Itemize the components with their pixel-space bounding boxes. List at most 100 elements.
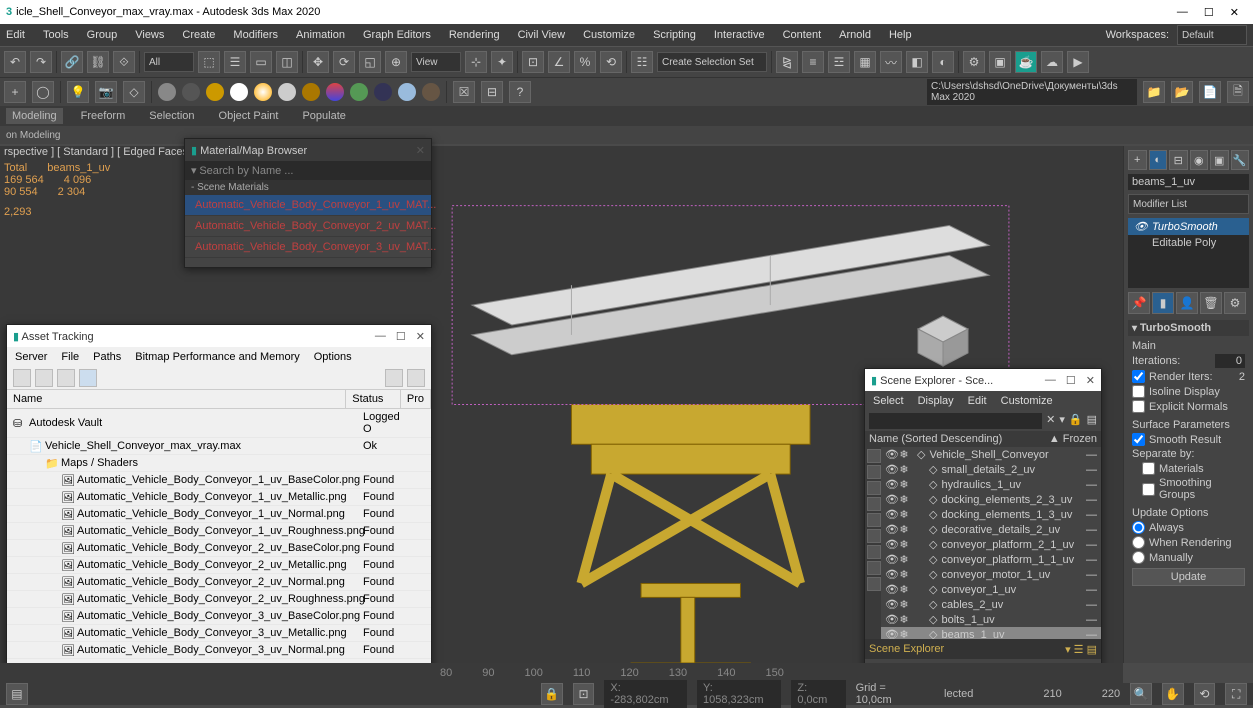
scene-side-9-icon[interactable]: [867, 577, 881, 591]
table-row[interactable]: 🖼Automatic_Vehicle_Body_Conveyor_1_uv_Ro…: [7, 523, 431, 540]
select-name-icon[interactable]: ☰: [224, 51, 246, 73]
freeze-col-icon[interactable]: —: [1086, 569, 1097, 581]
material-item-1[interactable]: Automatic_Vehicle_Body_Conveyor_1_uv_MAT…: [185, 195, 431, 216]
visibility-icon[interactable]: 👁: [885, 598, 895, 611]
explicit-normals-check[interactable]: Explicit Normals: [1132, 400, 1245, 413]
scene-side-5-icon[interactable]: [867, 513, 881, 527]
table-row[interactable]: 🖼Automatic_Vehicle_Body_Conveyor_3_uv_Me…: [7, 625, 431, 642]
material-item-3[interactable]: Automatic_Vehicle_Body_Conveyor_3_uv_MAT…: [185, 237, 431, 258]
matball-2-icon[interactable]: [182, 83, 200, 101]
cmd-modify-icon[interactable]: ◐: [1149, 150, 1168, 170]
scene-filter-icon[interactable]: ▾: [1059, 413, 1065, 429]
ref-icon[interactable]: ⊟: [481, 81, 503, 103]
link-icon[interactable]: 🔗: [61, 51, 83, 73]
tree-node[interactable]: 👁❄◇Vehicle_Shell_Conveyor—: [881, 447, 1101, 462]
asset-tb-2-icon[interactable]: [35, 369, 53, 387]
lock-selection-icon[interactable]: 🔒: [541, 683, 563, 705]
freeze-icon[interactable]: ❄: [899, 508, 909, 521]
selset-dropdown[interactable]: Create Selection Set: [657, 52, 767, 72]
asset-tb-1-icon[interactable]: [13, 369, 31, 387]
table-row[interactable]: 🖼Automatic_Vehicle_Body_Conveyor_2_uv_Ro…: [7, 591, 431, 608]
update-button[interactable]: Update: [1132, 568, 1245, 586]
menu-civilview[interactable]: Civil View: [518, 29, 565, 41]
matball-7-icon[interactable]: [326, 83, 344, 101]
freeze-col-icon[interactable]: —: [1086, 449, 1097, 461]
close-icon[interactable]: ✕: [1230, 6, 1239, 19]
tree-node[interactable]: 👁❄◇beams_1_uv—: [881, 627, 1101, 639]
ribbon-objectpaint[interactable]: Object Paint: [213, 108, 285, 124]
table-row[interactable]: 🖼Automatic_Vehicle_Body_Conveyor_1_uv_Ba…: [7, 472, 431, 489]
scene-menu-select[interactable]: Select: [873, 395, 904, 407]
table-row[interactable]: 📄Vehicle_Shell_Conveyor_max_vray.maxOk: [7, 438, 431, 455]
maxscript-icon[interactable]: ▤: [6, 683, 28, 705]
tree-node[interactable]: 👁❄◇docking_elements_1_3_uv—: [881, 507, 1101, 522]
percent-snap-icon[interactable]: %: [574, 51, 596, 73]
create-btn-icon[interactable]: +: [4, 81, 26, 103]
material-item-2[interactable]: Automatic_Vehicle_Body_Conveyor_2_uv_MAT…: [185, 216, 431, 237]
minimize-icon[interactable]: —: [375, 330, 386, 343]
toggle-ribbon-icon[interactable]: ▦: [854, 51, 876, 73]
modifier-stack[interactable]: 👁TurboSmooth Editable Poly: [1128, 218, 1249, 288]
freeze-icon[interactable]: ❄: [899, 448, 909, 461]
freeze-icon[interactable]: ❄: [899, 583, 909, 596]
matball-6-icon[interactable]: [302, 83, 320, 101]
scene-materials-group[interactable]: - Scene Materials: [185, 180, 431, 195]
freeze-icon[interactable]: ❄: [899, 538, 909, 551]
table-row[interactable]: 🖼Automatic_Vehicle_Body_Conveyor_2_uv_No…: [7, 574, 431, 591]
mat-search[interactable]: Search by Name ...: [199, 165, 293, 177]
visibility-icon[interactable]: 👁: [885, 583, 895, 596]
asset-col-name[interactable]: Name: [7, 390, 346, 408]
freeze-icon[interactable]: ❄: [899, 598, 909, 611]
sep-smoothing-check[interactable]: Smoothing Groups: [1132, 477, 1245, 501]
visibility-icon[interactable]: 👁: [885, 628, 895, 639]
nav-orbit-icon[interactable]: ⟲: [1194, 683, 1216, 705]
menu-edit[interactable]: Edit: [6, 29, 25, 41]
asset-menu-options[interactable]: Options: [314, 351, 352, 363]
cmd-motion-icon[interactable]: ◉: [1190, 150, 1209, 170]
scene-col-name[interactable]: Name (Sorted Descending): [869, 433, 1049, 445]
minimize-icon[interactable]: —: [1045, 374, 1056, 387]
nav-max-icon[interactable]: ⛶: [1225, 683, 1247, 705]
cameras-icon[interactable]: 📷: [95, 81, 117, 103]
render-icon[interactable]: ☕: [1015, 51, 1037, 73]
scene-view-icon[interactable]: ▤: [1087, 413, 1097, 429]
sep-materials-check[interactable]: Materials: [1132, 462, 1245, 475]
lights-icon[interactable]: 💡: [67, 81, 89, 103]
search-arrow-icon[interactable]: ▾: [191, 165, 197, 177]
visibility-icon[interactable]: 👁: [885, 613, 895, 626]
help-icon[interactable]: ?: [509, 81, 531, 103]
freeze-icon[interactable]: ❄: [899, 523, 909, 536]
tree-node[interactable]: 👁❄◇conveyor_platform_2_1_uv—: [881, 537, 1101, 552]
table-row[interactable]: 🖼Automatic_Vehicle_Body_Conveyor_2_uv_Me…: [7, 557, 431, 574]
coord-x[interactable]: X: -283,802cm: [604, 680, 687, 708]
scene-menu-customize[interactable]: Customize: [1001, 395, 1053, 407]
render-frame-icon[interactable]: ▣: [989, 51, 1011, 73]
freeze-col-icon[interactable]: —: [1086, 539, 1097, 551]
unlink-icon[interactable]: ⛓: [87, 51, 109, 73]
workspaces-dropdown[interactable]: Default: [1177, 25, 1247, 45]
freeze-icon[interactable]: ❄: [899, 493, 909, 506]
scene-side-6-icon[interactable]: [867, 529, 881, 543]
menu-create[interactable]: Create: [182, 29, 215, 41]
close-icon[interactable]: ✕: [416, 330, 425, 343]
tree-node[interactable]: 👁❄◇conveyor_1_uv—: [881, 582, 1101, 597]
scene-footer-label[interactable]: Scene Explorer: [869, 643, 944, 655]
render-setup-icon[interactable]: ⚙: [963, 51, 985, 73]
freeze-icon[interactable]: ❄: [899, 628, 909, 639]
freeze-col-icon[interactable]: —: [1086, 509, 1097, 521]
scene-lock-icon[interactable]: 🔒: [1069, 413, 1083, 429]
table-row[interactable]: 📁Maps / Shaders: [7, 455, 431, 472]
coord-z[interactable]: Z: 0,0cm: [791, 680, 845, 708]
scene-side-2-icon[interactable]: [867, 465, 881, 479]
scene-side-8-icon[interactable]: [867, 561, 881, 575]
scene-search-input[interactable]: [869, 413, 1042, 429]
freeze-col-icon[interactable]: —: [1086, 599, 1097, 611]
layers-icon[interactable]: ☲: [828, 51, 850, 73]
matball-9-icon[interactable]: [374, 83, 392, 101]
upd-manual-radio[interactable]: Manually: [1132, 551, 1245, 564]
visibility-icon[interactable]: 👁: [885, 448, 895, 461]
freeze-col-icon[interactable]: —: [1086, 629, 1097, 640]
table-row[interactable]: ⛁Autodesk VaultLogged O: [7, 409, 431, 438]
placement-icon[interactable]: ⊕: [385, 51, 407, 73]
visibility-icon[interactable]: 👁: [885, 478, 895, 491]
